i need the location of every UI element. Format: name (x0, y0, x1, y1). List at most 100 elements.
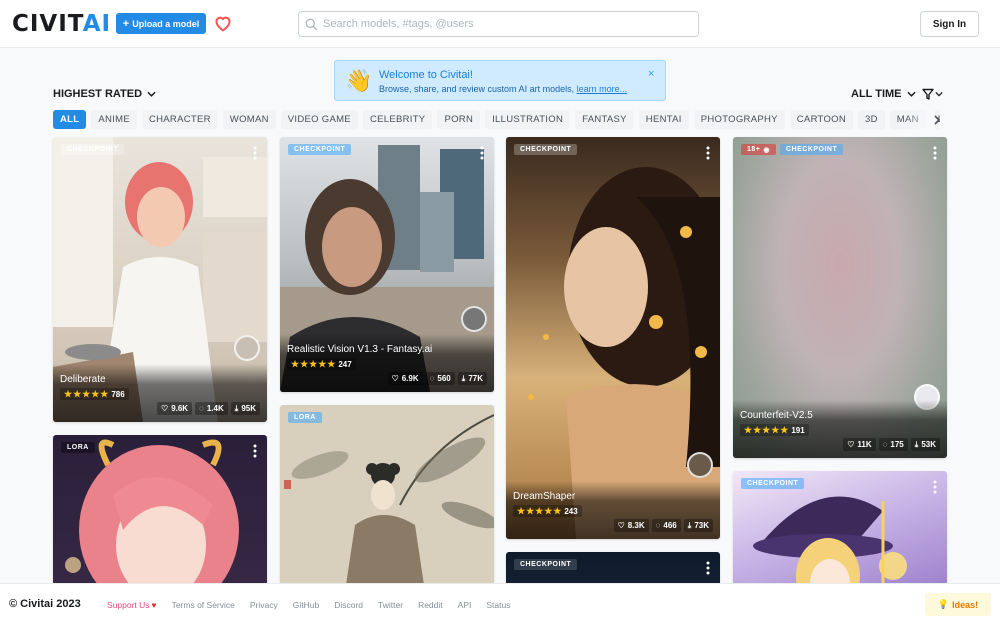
model-card-dreamshaper[interactable]: CHECKPOINT DreamShaper ★★★★★ 243 ♡ 8.3K ◌ 4… (506, 137, 720, 539)
creator-avatar[interactable] (234, 335, 260, 361)
learn-more-link[interactable]: learn more... (577, 84, 628, 94)
model-card-deliberate[interactable]: CHECKPOINT Deliberate ★★★★★ 786 ♡ 9.6K ◌ 1.… (53, 137, 267, 422)
filter-button[interactable] (922, 86, 946, 102)
tag-woman[interactable]: WOMAN (222, 110, 276, 129)
tag-character[interactable]: CHARACTER (141, 110, 218, 129)
likes-stat: ♡ 6.9K (387, 372, 423, 385)
creator-avatar[interactable] (687, 452, 713, 478)
discord-link[interactable]: Discord (334, 600, 363, 610)
more-options-icon[interactable] (251, 444, 259, 458)
model-type-badge: CHECKPOINT (288, 144, 352, 155)
tag-hentai[interactable]: HENTAI (638, 110, 689, 129)
comments-count: 1.4K (206, 404, 224, 413)
support-us-label: Support Us (107, 600, 150, 610)
tag-filter-bar: ALL ANIME CHARACTER WOMAN VIDEO GAME CEL… (53, 110, 940, 130)
download-icon: ⤓ (461, 373, 466, 383)
rating-count: 191 (791, 425, 805, 435)
more-options-icon[interactable] (704, 146, 712, 160)
waving-hand-icon: 👋 (345, 68, 373, 93)
ideas-label: Ideas! (952, 599, 979, 610)
downloads-stat: ⤓ 95K (230, 402, 260, 415)
more-options-icon[interactable] (931, 146, 939, 160)
comments-count: 466 (663, 521, 677, 530)
likes-count: 8.3K (627, 521, 645, 530)
heart-icon: ♡ (617, 521, 625, 530)
welcome-alert: 👋 Welcome to Civitai! Browse, share, and… (334, 60, 666, 101)
star-rating-icon: ★★★★★ (64, 388, 110, 399)
comment-icon: ◌ (655, 521, 661, 530)
likes-count: 6.9K (401, 374, 419, 383)
model-name: Counterfeit-V2.5 (740, 410, 813, 421)
search-input[interactable] (323, 18, 683, 30)
model-card-counterfeit[interactable]: 18+ ◉ CHECKPOINT Counterfeit-V2.5 ★★★★★ 19… (733, 137, 947, 458)
tag-all[interactable]: ALL (53, 110, 87, 129)
logo-main-text: CIVIT (12, 11, 83, 37)
sign-in-button[interactable]: Sign In (920, 11, 979, 37)
stats-row: ♡ 9.6K ◌ 1.4K ⤓ 95K (157, 402, 260, 415)
sort-dropdown[interactable]: HIGHEST RATED (53, 88, 156, 100)
logo-accent-text: AI (82, 11, 112, 37)
more-options-icon[interactable] (478, 146, 486, 160)
more-options-icon[interactable] (931, 480, 939, 494)
downloads-count: 77K (468, 374, 483, 383)
creator-avatar[interactable] (461, 306, 487, 332)
civitai-logo[interactable]: CIVITAI (12, 12, 111, 36)
comments-count: 175 (890, 440, 904, 449)
close-icon[interactable]: × (648, 68, 654, 80)
tag-anime[interactable]: ANIME (91, 110, 137, 129)
more-options-icon[interactable] (251, 146, 259, 160)
ideas-button[interactable]: 💡 Ideas! (925, 593, 991, 616)
rating-count: 786 (111, 389, 125, 399)
likes-stat: ♡ 8.3K (613, 519, 649, 532)
site-footer: © Civitai 2023 Support Us ♥ Terms of Serv… (0, 583, 1000, 625)
search-bar[interactable] (298, 11, 699, 37)
download-icon: ⤓ (914, 439, 919, 449)
welcome-description-text: Browse, share, and review custom AI art … (379, 84, 577, 94)
tag-illustration[interactable]: ILLUSTRATION (485, 110, 571, 129)
nsfw-label: 18+ (747, 146, 761, 153)
rating-badge: ★★★★★ 786 (60, 388, 129, 400)
github-link[interactable]: GitHub (293, 600, 319, 610)
tag-3d[interactable]: 3D (858, 110, 885, 129)
comment-icon: ◌ (429, 374, 435, 383)
top-header: CIVITAI + Upload a model Sign In (0, 0, 1000, 48)
more-options-icon[interactable] (704, 561, 712, 575)
nsfw-badge[interactable]: 18+ ◉ (741, 144, 776, 155)
tag-porn[interactable]: PORN (437, 110, 481, 129)
downloads-count: 95K (241, 404, 256, 413)
footer-links: Support Us ♥ Terms of Service Privacy Git… (107, 600, 510, 610)
status-link[interactable]: Status (486, 600, 510, 610)
period-dropdown[interactable]: ALL TIME (851, 88, 916, 100)
plus-icon: + (122, 17, 130, 30)
star-rating-icon: ★★★★★ (744, 424, 790, 435)
comments-stat: ◌ 560 (425, 372, 455, 385)
tags-scroll-right-button[interactable] (930, 112, 944, 128)
welcome-description: Browse, share, and review custom AI art … (379, 84, 627, 94)
tag-fantasy[interactable]: FANTASY (575, 110, 634, 129)
download-icon: ⤓ (234, 403, 239, 413)
model-type-badge: LORA (61, 442, 95, 453)
tag-celebrity[interactable]: CELEBRITY (362, 110, 433, 129)
tag-photography[interactable]: PHOTOGRAPHY (693, 110, 785, 129)
tag-video-game[interactable]: VIDEO GAME (280, 110, 358, 129)
comments-stat: ◌ 466 (651, 519, 681, 532)
rating-count: 243 (564, 506, 578, 516)
eye-icon: ◉ (763, 146, 770, 154)
twitter-link[interactable]: Twitter (378, 600, 403, 610)
terms-link[interactable]: Terms of Service (172, 600, 235, 610)
tag-cartoon[interactable]: CARTOON (789, 110, 854, 129)
support-us-link[interactable]: Support Us ♥ (107, 600, 157, 610)
sort-label: HIGHEST RATED (53, 88, 143, 100)
model-name: DreamShaper (513, 491, 576, 502)
model-type-badge: CHECKPOINT (779, 144, 844, 155)
likes-count: 11K (857, 440, 872, 449)
model-card-realistic-vision[interactable]: CHECKPOINT Realistic Vision V1.3 - Fanta… (280, 137, 494, 392)
reddit-link[interactable]: Reddit (418, 600, 443, 610)
chevron-down-icon (147, 91, 156, 97)
privacy-link[interactable]: Privacy (250, 600, 278, 610)
support-heart-button[interactable] (212, 12, 234, 34)
comment-icon: ◌ (199, 404, 204, 413)
api-link[interactable]: API (458, 600, 472, 610)
upload-model-button[interactable]: + Upload a model (116, 13, 206, 34)
stats-row: ♡ 11K ◌ 175 ⤓ 53K (843, 438, 940, 451)
